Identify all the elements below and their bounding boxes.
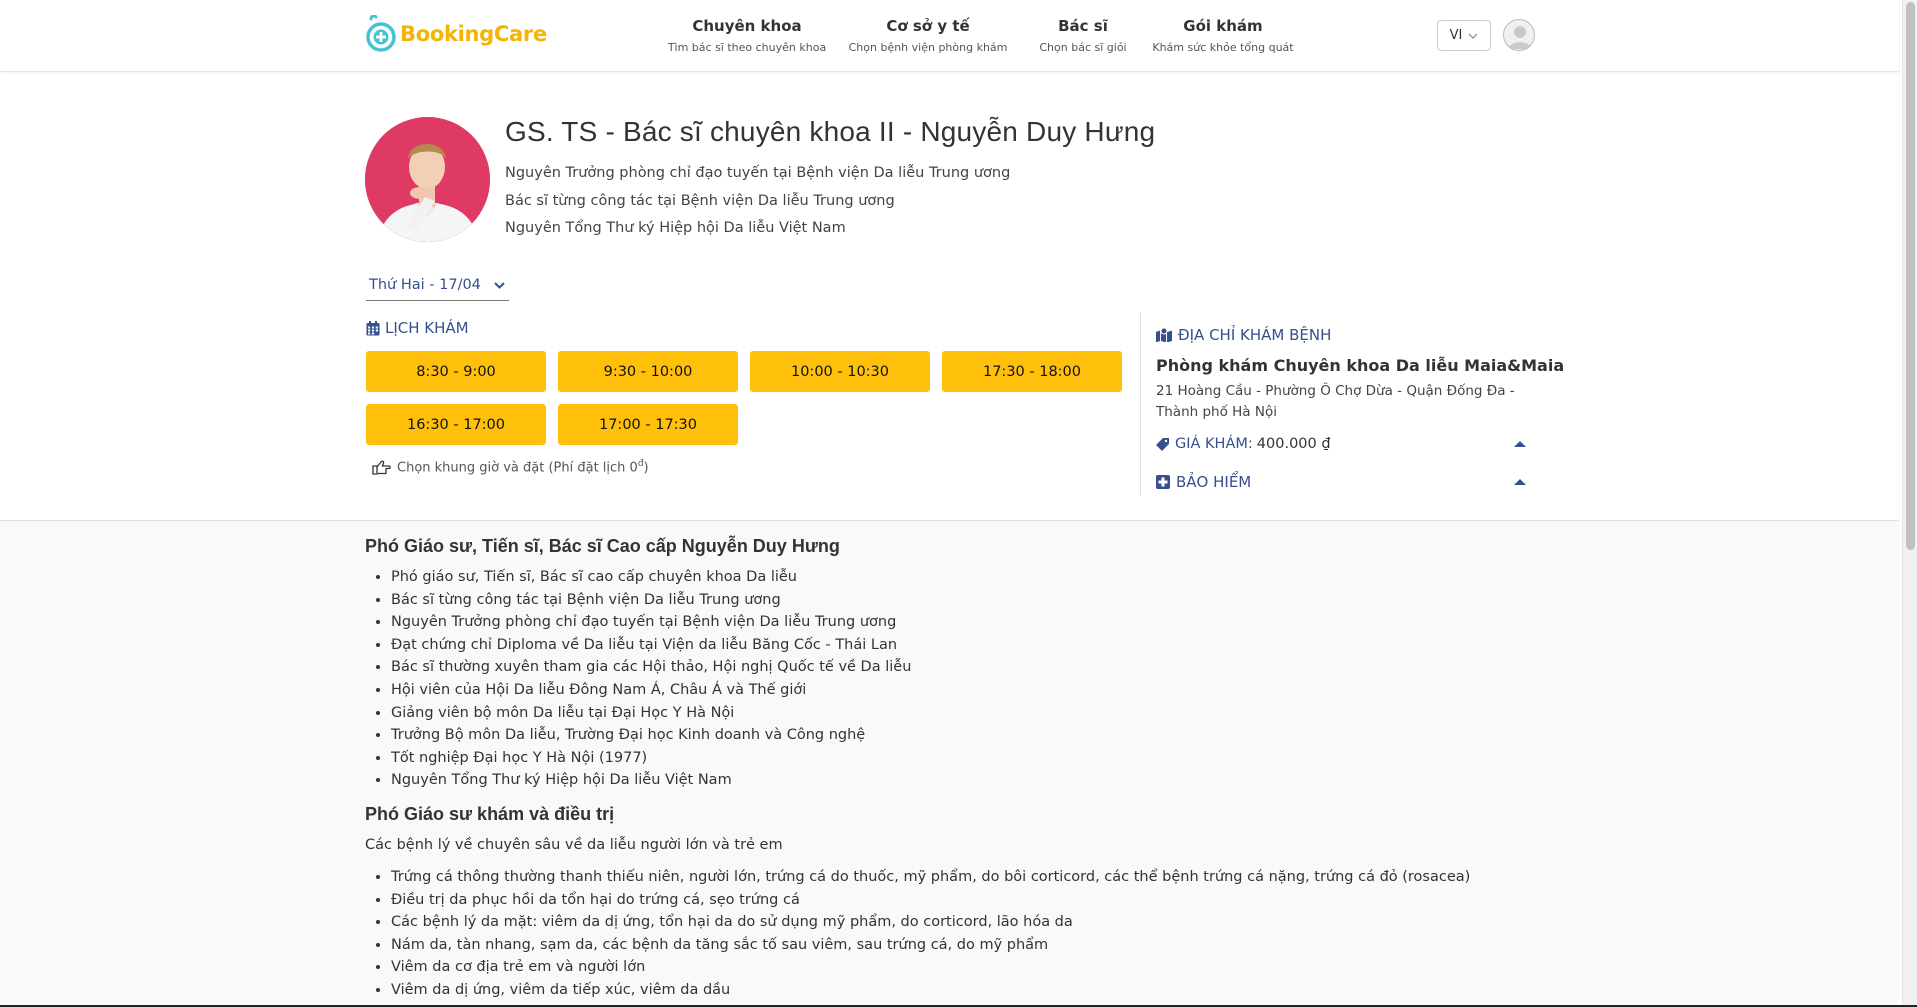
detail-paragraph: Các bệnh lý về chuyên sâu về da liễu ngư… xyxy=(365,836,783,853)
clinic-address-title: ĐỊA CHỈ KHÁM BỆNH xyxy=(1156,326,1331,344)
language-select[interactable]: VI xyxy=(1437,20,1491,51)
medical-plus-icon xyxy=(1156,475,1170,489)
doctor-detail-content: Phó Giáo sư, Tiến sĩ, Bác sĩ Cao cấp Ngu… xyxy=(365,534,1565,1007)
time-slot-button[interactable]: 16:30 - 17:00 xyxy=(366,404,546,445)
caret-up-icon[interactable] xyxy=(1514,479,1526,485)
nav-item-facility[interactable]: Cơ sở y tế Chọn bệnh viện phòng khám xyxy=(830,16,1026,54)
language-value: VI xyxy=(1449,28,1463,43)
bookingcare-logo[interactable]: BookingCare xyxy=(365,14,547,54)
list-item: Nám da, tàn nhang, sạm da, các bệnh da t… xyxy=(391,934,1565,957)
price-value: 400.000 ₫ xyxy=(1256,436,1331,452)
nav-title: Bác sĩ xyxy=(1058,17,1108,35)
nav-item-specialty[interactable]: Chuyên khoa Tìm bác sĩ theo chuyên khoa xyxy=(664,16,830,54)
list-item: Tốt nghiệp Đại học Y Hà Nội (1977) xyxy=(391,747,1565,770)
doctor-description-line: Bác sĩ từng công tác tại Bệnh viện Da li… xyxy=(505,192,895,209)
doctor-name: GS. TS - Bác sĩ chuyên khoa II - Nguyễn … xyxy=(505,116,1156,147)
column-divider xyxy=(1140,312,1141,496)
list-item: Trứng cá thông thường thanh thiếu niên, … xyxy=(391,866,1565,889)
list-item: Phó giáo sư, Tiến sĩ, Bác sĩ cao cấp chu… xyxy=(391,566,1565,589)
clinic-name: Phòng khám Chuyên khoa Da liễu Maia&Maia xyxy=(1156,356,1565,375)
chevron-down-icon xyxy=(494,281,505,289)
booking-note: Chọn khung giờ và đặt (Phí đặt lịch 0đ) xyxy=(372,459,649,475)
list-item: Bác sĩ thường xuyên tham gia các Hội thả… xyxy=(391,656,1565,679)
insurance-row[interactable]: BẢO HIỂM xyxy=(1156,473,1526,491)
caret-up-icon[interactable] xyxy=(1514,441,1526,447)
detail-heading: Phó Giáo sư, Tiến sĩ, Bác sĩ Cao cấp Ngu… xyxy=(365,536,840,556)
time-slot-grid: 8:30 - 9:00 9:30 - 10:00 10:00 - 10:30 1… xyxy=(366,351,1136,445)
list-item: Viêm da cơ địa trẻ em và người lớn xyxy=(391,956,1565,979)
user-icon xyxy=(1508,26,1532,49)
price-row[interactable]: GIÁ KHÁM: 400.000 ₫ xyxy=(1156,436,1526,452)
clinic-address-title-text: ĐỊA CHỈ KHÁM BỆNH xyxy=(1178,326,1332,344)
tag-icon xyxy=(1156,437,1169,451)
time-slot-button[interactable]: 10:00 - 10:30 xyxy=(750,351,930,392)
nav-title: Cơ sở y tế xyxy=(886,17,970,35)
logo-text: BookingCare xyxy=(400,22,547,46)
time-slot-button[interactable]: 8:30 - 9:00 xyxy=(366,351,546,392)
time-slot-button[interactable]: 9:30 - 10:00 xyxy=(558,351,738,392)
list-item: Trưởng Bộ môn Da liễu, Trường Đại học Ki… xyxy=(391,724,1565,747)
clinic-address: 21 Hoàng Cầu - Phường Ô Chợ Dừa - Quận Đ… xyxy=(1156,383,1515,420)
detail-heading: Phó Giáo sư khám và điều trị xyxy=(365,803,615,824)
list-item: Hội viên của Hội Da liễu Đông Nam Á, Châ… xyxy=(391,679,1565,702)
nav-item-package[interactable]: Gói khám Khám sức khỏe tổng quát xyxy=(1140,16,1306,54)
schedule-title: LỊCH KHÁM xyxy=(366,319,469,337)
list-item: Viêm da dị ứng, viêm da tiếp xúc, viêm d… xyxy=(391,979,1565,1002)
booking-note-text: Chọn khung giờ và đặt (Phí đặt lịch 0đ) xyxy=(397,459,649,476)
doctor-description-line: Nguyên Trưởng phòng chỉ đạo tuyến tại Bệ… xyxy=(505,165,1011,181)
list-item: Nguyên Tổng Thư ký Hiệp hội Da liễu Việt… xyxy=(391,769,1565,792)
top-header: BookingCare Chuyên khoa Tìm bác sĩ theo … xyxy=(0,0,1899,72)
main-nav: Chuyên khoa Tìm bác sĩ theo chuyên khoa … xyxy=(664,16,1306,54)
calendar-icon xyxy=(366,320,380,335)
page-scrollbar[interactable] xyxy=(1902,0,1917,1007)
scrollbar-thumb[interactable] xyxy=(1906,2,1915,550)
list-item: Bác sĩ từng công tác tại Bệnh viện Da li… xyxy=(391,589,1565,612)
list-item: Giảng viên bộ môn Da liễu tại Đại Học Y … xyxy=(391,702,1565,725)
list-item: Các bệnh lý da mặt: viêm da dị ứng, tổn … xyxy=(391,911,1565,934)
map-icon xyxy=(1156,328,1172,342)
doctor-portrait-image xyxy=(365,117,490,242)
list-item: Đạt chứng chỉ Diploma về Da liễu tại Việ… xyxy=(391,634,1565,657)
treatment-list: Trứng cá thông thường thanh thiếu niên, … xyxy=(365,866,1565,1002)
doctor-description: Nguyên Trưởng phòng chỉ đạo tuyến tại Bệ… xyxy=(505,160,1010,243)
qualification-list: Phó giáo sư, Tiến sĩ, Bác sĩ cao cấp chu… xyxy=(365,566,1565,792)
nav-subtitle: Chọn bác sĩ giỏi xyxy=(1039,41,1127,54)
list-item: Điều trị da phục hồi da tổn hại do trứng… xyxy=(391,889,1565,912)
nav-subtitle: Khám sức khỏe tổng quát xyxy=(1152,41,1294,54)
selected-date: Thứ Hai - 17/04 xyxy=(369,277,481,293)
doctor-description-line: Nguyên Tổng Thư ký Hiệp hội Da liễu Việt… xyxy=(505,220,846,236)
nav-item-doctor[interactable]: Bác sĩ Chọn bác sĩ giỏi xyxy=(1026,16,1140,54)
doctor-photo xyxy=(365,117,490,242)
time-slot-button[interactable]: 17:30 - 18:00 xyxy=(942,351,1122,392)
date-select[interactable]: Thứ Hai - 17/04 xyxy=(366,274,509,301)
user-avatar[interactable] xyxy=(1503,19,1535,51)
hand-pointer-icon xyxy=(372,460,391,475)
insurance-label: BẢO HIỂM xyxy=(1176,473,1252,491)
nav-subtitle: Chọn bệnh viện phòng khám xyxy=(848,41,1008,54)
doctor-detail-section: Phó Giáo sư, Tiến sĩ, Bác sĩ Cao cấp Ngu… xyxy=(0,520,1899,1007)
nav-subtitle: Tìm bác sĩ theo chuyên khoa xyxy=(667,41,827,54)
logo-icon xyxy=(366,15,396,52)
chevron-down-icon xyxy=(1468,33,1478,39)
price-label: GIÁ KHÁM: xyxy=(1175,436,1253,452)
schedule-title-text: LỊCH KHÁM xyxy=(385,319,469,337)
list-item: Nguyên Trưởng phòng chỉ đạo tuyến tại Bệ… xyxy=(391,611,1565,634)
nav-title: Gói khám xyxy=(1183,17,1263,35)
time-slot-button[interactable]: 17:00 - 17:30 xyxy=(558,404,738,445)
nav-title: Chuyên khoa xyxy=(692,17,802,35)
